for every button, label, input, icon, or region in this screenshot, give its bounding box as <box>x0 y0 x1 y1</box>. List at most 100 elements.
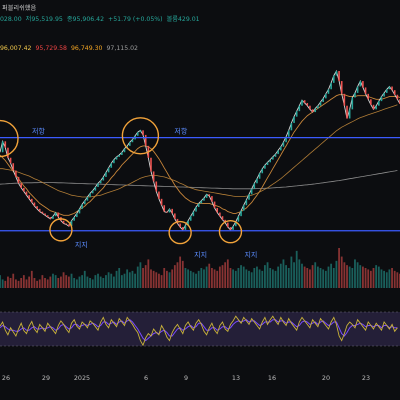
volume-bar <box>110 273 113 288</box>
volume-bar <box>78 276 81 288</box>
volume-bar <box>49 276 52 288</box>
volume-bar <box>9 278 12 288</box>
volume-bar <box>234 270 237 288</box>
volume-bar <box>277 266 280 288</box>
volume-bar <box>279 263 282 288</box>
volume-bar <box>115 270 118 288</box>
volume-bar <box>46 279 49 288</box>
volume-bar <box>372 268 375 288</box>
x-tick-label: 9 <box>184 374 188 382</box>
volume-bar <box>20 278 23 288</box>
support-label: 지지 <box>75 240 88 249</box>
ma-line-slow <box>0 170 398 190</box>
volume-bar <box>44 278 46 288</box>
volume-bar <box>131 270 134 288</box>
level-lines <box>0 137 400 232</box>
volume-bar <box>94 275 97 288</box>
volume-bar <box>73 278 76 288</box>
volume-bar <box>380 269 383 288</box>
price-chart[interactable]: 퍼블리쉬했음 028.00 저95,519.95 종95,906.42 +51.79 … <box>0 0 400 400</box>
volume-bar <box>176 262 179 288</box>
volume-bar <box>126 269 129 288</box>
volume-bar <box>213 269 216 288</box>
volume-bar <box>385 272 388 288</box>
price-pane <box>0 69 400 231</box>
x-tick-label: 26 <box>2 374 10 382</box>
volume-bar <box>258 269 261 288</box>
volume-bar <box>147 259 150 288</box>
volume-bar <box>205 266 208 288</box>
volume-bar <box>1 279 4 288</box>
volume-bar <box>393 270 396 288</box>
volume-bar <box>12 273 15 288</box>
volume-bar <box>4 280 7 288</box>
volume-bar <box>83 270 86 288</box>
volume-bar <box>189 270 192 288</box>
volume-bar <box>364 268 367 288</box>
volume-bar <box>155 272 158 288</box>
volume-bar <box>285 265 287 288</box>
volume-bar <box>168 272 171 288</box>
volume-bar <box>113 276 115 288</box>
volume-bar <box>287 268 290 288</box>
volume-bar <box>152 270 155 288</box>
volume-bar <box>282 259 285 288</box>
volume-bar <box>343 262 346 288</box>
volume-bar <box>62 272 65 288</box>
support-label: 지지 <box>244 250 257 259</box>
volume-bar <box>250 272 253 288</box>
volume-bar <box>311 265 314 288</box>
volume-bar <box>322 269 325 288</box>
volume-bar <box>242 266 245 288</box>
volume-bar <box>187 269 189 288</box>
volume-bar <box>118 268 121 288</box>
volume-bar <box>158 273 160 288</box>
volume-bar <box>160 275 163 288</box>
volume-bar <box>261 270 264 288</box>
volume-bar <box>269 268 272 288</box>
volume-bar <box>179 256 182 288</box>
volume-bar <box>136 266 139 288</box>
volume-bar <box>17 280 20 288</box>
x-tick-label: 6 <box>144 374 148 382</box>
volume-bar <box>54 275 57 288</box>
volume-bar <box>99 276 102 288</box>
volume-bar <box>354 259 356 288</box>
volume-bar <box>203 269 205 288</box>
x-tick-label: 20 <box>322 374 330 382</box>
volume-bar <box>226 259 229 288</box>
chart-canvas: 저항 저항지지지지 지지 26 29 2025 6 9 13 16 20 23 <box>0 69 400 382</box>
volume-bar <box>367 269 370 288</box>
volume-bar <box>208 263 211 288</box>
volume-bar <box>237 268 240 288</box>
volume-bar <box>316 266 319 288</box>
volume-bar <box>86 276 89 288</box>
volume-bar <box>120 275 123 288</box>
volume-bar <box>309 269 311 288</box>
support-marker <box>49 218 73 242</box>
volume-bar <box>301 263 303 288</box>
volume-bar <box>290 256 293 288</box>
volume-bar <box>60 276 62 288</box>
volume-bar <box>144 265 147 288</box>
volume-bar <box>150 269 152 288</box>
volume-bar <box>346 265 348 288</box>
volume-bar <box>7 276 9 288</box>
volume-bar <box>351 268 354 288</box>
volume-bar <box>134 273 136 288</box>
volume-bar <box>335 260 338 288</box>
volume-bar <box>22 275 25 288</box>
volume-bar <box>107 272 110 288</box>
volume-bar <box>165 270 168 288</box>
volume-bar <box>28 276 31 288</box>
volume-bar <box>274 270 277 288</box>
volume-bar <box>253 268 256 288</box>
volume-bar <box>303 266 306 288</box>
volume-bar <box>356 262 359 288</box>
volume-bar <box>139 262 142 288</box>
touch-markers <box>0 117 243 245</box>
volume-bar <box>245 269 248 288</box>
support-marker <box>218 219 243 244</box>
volume-bar <box>195 273 197 288</box>
volume-bar <box>102 278 105 288</box>
